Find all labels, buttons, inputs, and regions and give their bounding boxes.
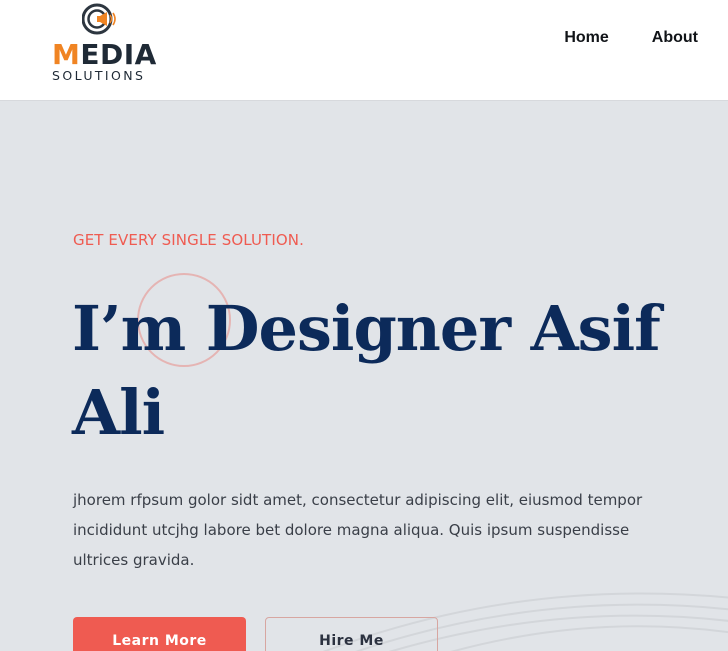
nav-home-link[interactable]: Home [564, 29, 608, 47]
hero-section: GET EVERY SINGLE SOLUTION. I’m Designer … [0, 101, 728, 651]
logo-wordmark: MEDIA [52, 38, 157, 71]
site-header: MEDIA SOLUTIONS Home About [0, 0, 728, 101]
brand-logo[interactable]: MEDIA SOLUTIONS [50, 0, 160, 90]
c-megaphone-icon [82, 3, 116, 35]
hero-description: jhorem rfpsum golor sidt amet, consectet… [73, 491, 643, 569]
hero-tagline: GET EVERY SINGLE SOLUTION. [73, 231, 304, 249]
learn-more-button[interactable]: Learn More [73, 617, 246, 651]
main-nav: Home About [564, 29, 698, 47]
logo-subtitle: SOLUTIONS [52, 68, 146, 83]
hero-title: I’m Designer Asif Ali [72, 292, 661, 449]
hire-me-button[interactable]: Hire Me [265, 617, 438, 651]
nav-about-link[interactable]: About [652, 29, 698, 47]
